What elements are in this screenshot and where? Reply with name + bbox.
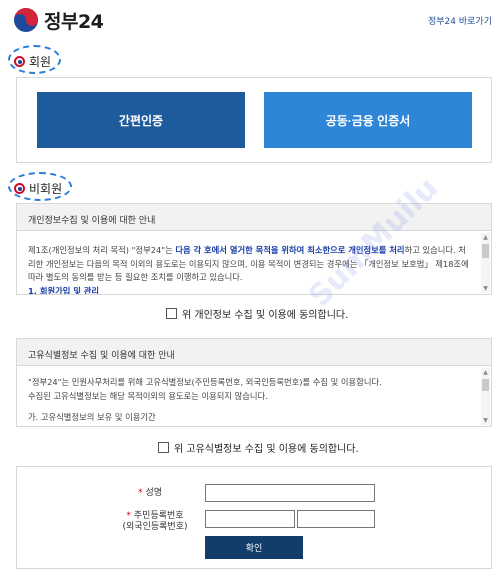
required-mark: * (126, 511, 131, 521)
scroll-up-icon[interactable]: ▲ (481, 368, 490, 377)
rrn-label: * 주민등록번호 (외국인등록번호) (109, 511, 201, 533)
uid-body-line: "정부24"는 민원사무처리를 위해 고유식별정보(주민등록번호, 외국인등록번… (28, 377, 382, 387)
privacy-agree-checkbox[interactable] (166, 308, 177, 319)
privacy-body-item: 1. 회원가입 및 관리 (28, 285, 100, 294)
scroll-down-icon[interactable]: ▼ (481, 284, 490, 293)
rrn-label-subtext: (외국인등록번호) (122, 522, 188, 532)
uid-notice-title: 고유식별정보 수집 및 이용에 대한 안내 (17, 339, 491, 366)
site-header: 정부24 정부24 바로가기 (0, 0, 500, 40)
required-mark: * (137, 488, 143, 498)
privacy-body-highlight: 다음 각 호에서 열거한 목적을 위하여 최소한으로 개인정보를 처리 (175, 245, 405, 255)
privacy-body-prefix: 제1조(개인정보의 처리 목적) "정부24"는 (28, 245, 176, 255)
uid-scroll-thumb[interactable] (482, 379, 489, 391)
uid-body-line: 가. 고유식별정보의 보유 및 이용기간 (28, 412, 156, 423)
privacy-notice-box: 개인정보수집 및 이용에 대한 안내 제1조(개인정보의 처리 목적) "정부2… (16, 203, 492, 295)
uid-agree-row[interactable]: 위 고유식별정보 수집 및 이용에 동의합니다. (158, 440, 359, 455)
privacy-agree-row[interactable]: 위 개인정보 수집 및 이용에 동의합니다. (166, 306, 348, 321)
privacy-agree-label[interactable]: 위 개인정보 수집 및 이용에 동의합니다. (182, 306, 348, 321)
rrn-back-input[interactable] (297, 510, 375, 528)
scroll-down-icon[interactable]: ▼ (481, 416, 490, 425)
member-bullet-icon (14, 56, 25, 67)
uid-agree-checkbox[interactable] (158, 442, 169, 453)
privacy-scroll-thumb[interactable] (482, 244, 489, 258)
identity-form: *성명 *주민등록번호 (외국인등록번호) - 확인 (16, 466, 492, 569)
name-label: * 성명 (125, 488, 175, 499)
privacy-notice-body[interactable]: 제1조(개인정보의 처리 목적) "정부24"는 다음 각 호에서 열거한 목적… (17, 231, 491, 294)
uid-body-line: 수집된 고유식별정보는 해당 목적이외의 용도로는 이용되지 않습니다. (28, 390, 268, 401)
rrn-label-text: 주민등록번호 (133, 511, 184, 521)
name-label-text: 성명 (145, 488, 163, 498)
gov24-logo-icon (14, 8, 38, 32)
rrn-front-input[interactable] (205, 510, 295, 528)
scroll-up-icon[interactable]: ▲ (481, 233, 490, 242)
non-member-bullet-icon (14, 183, 25, 194)
site-logo-text[interactable]: 정부24 (44, 7, 104, 34)
uid-agree-label[interactable]: 위 고유식별정보 수집 및 이용에 동의합니다. (174, 440, 359, 455)
uid-scrollbar[interactable]: ▲ ▼ (481, 368, 490, 425)
gov24-shortcut-link[interactable]: 정부24 바로가기 (428, 14, 492, 27)
uid-notice-box: 고유식별정보 수집 및 이용에 대한 안내 "정부24"는 민원사무처리를 위해… (16, 338, 492, 427)
privacy-notice-title: 개인정보수집 및 이용에 대한 안내 (17, 204, 491, 231)
name-input[interactable] (205, 484, 375, 502)
simple-auth-button[interactable]: 간편인증 (37, 92, 245, 148)
member-section-label: 회원 (8, 45, 61, 74)
member-login-box: 간편인증 공동·금융 인증서 (16, 77, 492, 163)
privacy-scrollbar[interactable]: ▲ ▼ (481, 233, 490, 293)
non-member-section-label: 비회원 (8, 172, 72, 201)
uid-notice-body[interactable]: "정부24"는 민원사무처리를 위해 고유식별정보(주민등록번호, 외국인등록번… (17, 366, 491, 426)
joint-cert-button[interactable]: 공동·금융 인증서 (264, 92, 472, 148)
confirm-button[interactable]: 확인 (205, 536, 303, 559)
